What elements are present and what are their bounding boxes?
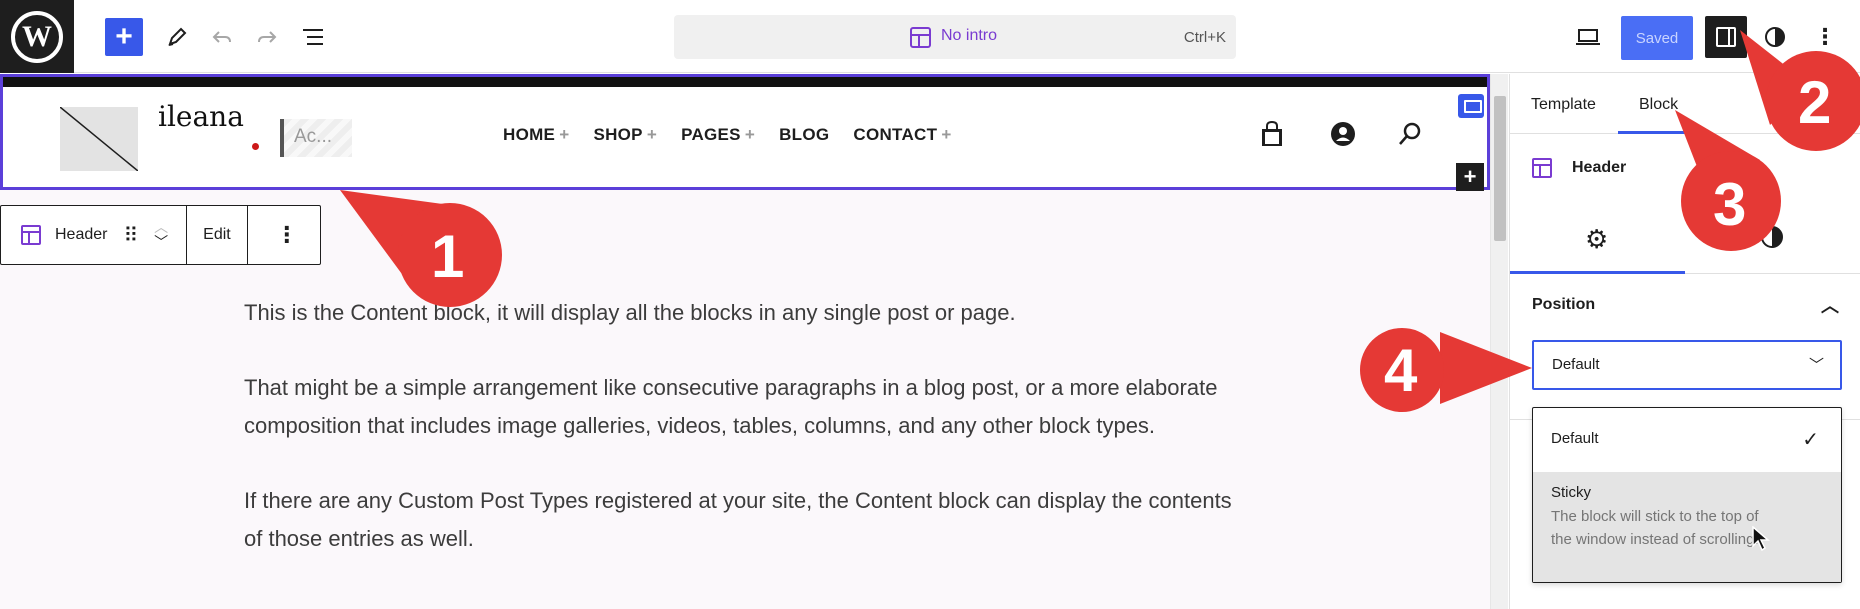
sidebar-icon	[1716, 27, 1736, 47]
mouse-cursor-icon	[1752, 525, 1771, 557]
wordpress-logo-icon: W	[11, 10, 63, 63]
list-view-icon	[303, 29, 323, 45]
wordpress-logo-button[interactable]: W	[0, 0, 74, 73]
search-block-placeholder[interactable]: Ac...	[280, 119, 352, 157]
command-shortcut: Ctrl+K	[1183, 29, 1226, 46]
template-part-icon	[1532, 158, 1552, 178]
annotation-marker-4: 4	[1360, 322, 1540, 427]
site-title[interactable]: ileana	[158, 101, 244, 133]
annotation-number: 3	[1713, 171, 1747, 238]
option-sticky[interactable]: Sticky The block will stick to the top o…	[1533, 472, 1841, 582]
option-default[interactable]: Default ✓	[1533, 408, 1841, 472]
logo-placeholder-icon	[60, 107, 138, 171]
move-down-chevron-icon[interactable]: ﹀	[154, 235, 168, 250]
editor-root: W + No intro Ctrl+K Saved ⋮ ileana Ac...…	[0, 0, 1860, 609]
option-sticky-description: The block will stick to the top of the w…	[1551, 508, 1759, 548]
check-icon: ✓	[1802, 429, 1819, 451]
block-switcher[interactable]: Header ⠿ ︿ ﹀	[1, 206, 188, 264]
submenu-plus-icon: +	[941, 125, 952, 144]
nav-item-blog[interactable]: BLOG	[779, 125, 829, 145]
redo-icon	[258, 31, 277, 43]
annotation-number: 1	[431, 223, 465, 290]
header-block[interactable]: ileana Ac... HOME + SHOP + PAGES + BLOG CON…	[0, 74, 1490, 191]
editor-top-toolbar: W + No intro Ctrl+K Saved ⋮	[0, 0, 1860, 73]
drag-handle-icon[interactable]: ⠿	[123, 223, 138, 248]
block-toolbar-label: Header	[55, 226, 108, 243]
undo-icon	[212, 31, 231, 43]
nav-item-shop[interactable]: SHOP +	[593, 125, 657, 145]
nav-item-contact[interactable]: CONTACT +	[853, 125, 951, 145]
block-card-title: Header	[1572, 159, 1627, 176]
block-movers: ︿ ﹀	[154, 220, 168, 250]
option-sticky-label: Sticky	[1551, 484, 1592, 501]
submenu-plus-icon: +	[744, 125, 756, 144]
save-button[interactable]: Saved	[1621, 16, 1693, 60]
move-up-chevron-icon[interactable]: ︿	[154, 220, 168, 235]
tools-button[interactable]	[158, 18, 196, 56]
template-part-icon	[21, 225, 41, 245]
post-content: This is the Content block, it will displ…	[244, 294, 1244, 595]
shopping-bag-icon	[1262, 121, 1282, 146]
editor-canvas: ileana Ac... HOME + SHOP + PAGES + BLOG CON…	[0, 74, 1490, 609]
chevron-down-icon: ﹀	[1808, 357, 1824, 374]
submenu-plus-icon: +	[559, 125, 570, 144]
template-part-icon	[910, 27, 931, 48]
redo-button[interactable]	[248, 18, 286, 56]
plus-icon: +	[115, 20, 133, 53]
unsaved-indicator-dot	[252, 143, 259, 150]
annotation-marker-1: 1	[260, 170, 502, 315]
search-button[interactable]	[1395, 119, 1425, 149]
content-paragraph[interactable]: If there are any Custom Post Types regis…	[244, 482, 1244, 558]
submenu-plus-icon: +	[646, 125, 658, 144]
nav-item-home[interactable]: HOME +	[503, 125, 569, 145]
position-dropdown-menu: Default ✓ Sticky The block will stick to…	[1532, 407, 1842, 583]
annotation-marker-3: 3	[1670, 110, 1810, 255]
annotation-number: 4	[1384, 337, 1418, 404]
search-icon	[1399, 122, 1421, 145]
position-panel-title[interactable]: Position	[1532, 296, 1595, 314]
edit-template-part-button[interactable]: Edit	[187, 206, 248, 264]
desktop-visibility-icon	[1458, 94, 1484, 118]
scrollbar-thumb[interactable]	[1494, 96, 1506, 241]
add-block-button[interactable]: +	[1456, 163, 1484, 191]
site-logo-placeholder[interactable]	[60, 107, 138, 171]
cart-button[interactable]	[1257, 119, 1287, 149]
nav-item-pages[interactable]: PAGES +	[681, 125, 755, 145]
pencil-icon	[168, 27, 187, 46]
tab-template[interactable]: Template	[1531, 96, 1596, 114]
account-button[interactable]	[1328, 119, 1358, 149]
command-palette-bar[interactable]: No intro Ctrl+K	[674, 15, 1236, 59]
content-paragraph[interactable]: That might be a simple arrangement like …	[244, 369, 1244, 445]
block-card: Header	[1532, 158, 1626, 178]
block-inserter-button[interactable]: +	[105, 18, 143, 56]
active-sub-tab-indicator	[1510, 271, 1685, 274]
undo-button[interactable]	[203, 18, 241, 56]
chevron-up-icon[interactable]: ︿	[1821, 292, 1839, 318]
desktop-icon	[1576, 29, 1600, 45]
position-select[interactable]: Default ﹀	[1532, 340, 1842, 390]
document-title: No intro	[941, 27, 998, 44]
gear-icon[interactable]: ⚙	[1585, 224, 1608, 255]
position-select-value: Default	[1552, 356, 1600, 373]
preview-button[interactable]	[1569, 18, 1607, 56]
document-overview-button[interactable]	[294, 18, 332, 56]
user-icon	[1331, 122, 1355, 146]
navigation-menu: HOME + SHOP + PAGES + BLOG CONTACT +	[503, 125, 952, 145]
